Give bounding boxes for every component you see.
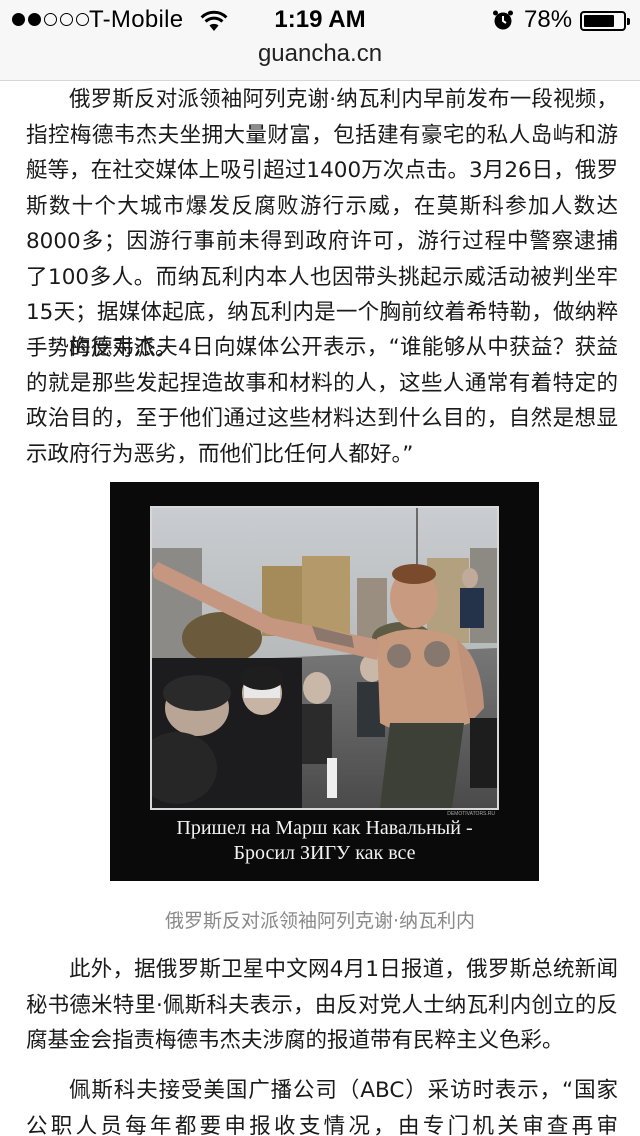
status-bar: T-Mobile 1:19 AM 78% [0,0,640,40]
article-paragraph: 俄罗斯反对派领袖阿列克谢·纳瓦利内早前发布一段视频，指控梅德韦杰夫坐拥大量财富，… [26,87,618,361]
battery-percent: 78% [524,6,573,33]
image-caption-line2: Бросил ЗИГУ как все [233,842,416,864]
article-paragraph: 佩斯科夫接受美国广播公司（ABC）采访时表示，“国家公职人员每年都要申报收支情况… [26,1078,618,1136]
image-caption-line1: Пришел на Марш как Навальный - [176,817,473,839]
protest-photo[interactable] [150,506,499,810]
article-body: 俄罗斯反对派领袖阿列克谢·纳瓦利内早前发布一段视频，指控梅德韦杰夫坐拥大量财富，… [0,80,640,1136]
article-figure: DEMOTIVATORS.RU Пришел на Марш как Навал… [110,482,539,881]
article-paragraph: 梅德韦杰夫4日向媒体公开表示，“谁能够从中获益？获益的就是那些发起捏造故事和材料… [26,335,618,467]
battery-level-fill [584,15,614,27]
top-bar: T-Mobile 1:19 AM 78% guancha.cn [0,0,640,81]
protest-photo-illustration [152,508,497,808]
address-bar-url[interactable]: guancha.cn [0,40,640,68]
figure-caption: 俄罗斯反对派领袖阿列克谢·纳瓦利内 [164,910,476,932]
article-paragraph: 此外，据俄罗斯卫星中文网4月1日报道，俄罗斯总统新闻秘书德米特里·佩斯科夫表示，… [26,957,618,1053]
alarm-clock-icon [493,10,513,30]
battery-icon [580,11,630,31]
